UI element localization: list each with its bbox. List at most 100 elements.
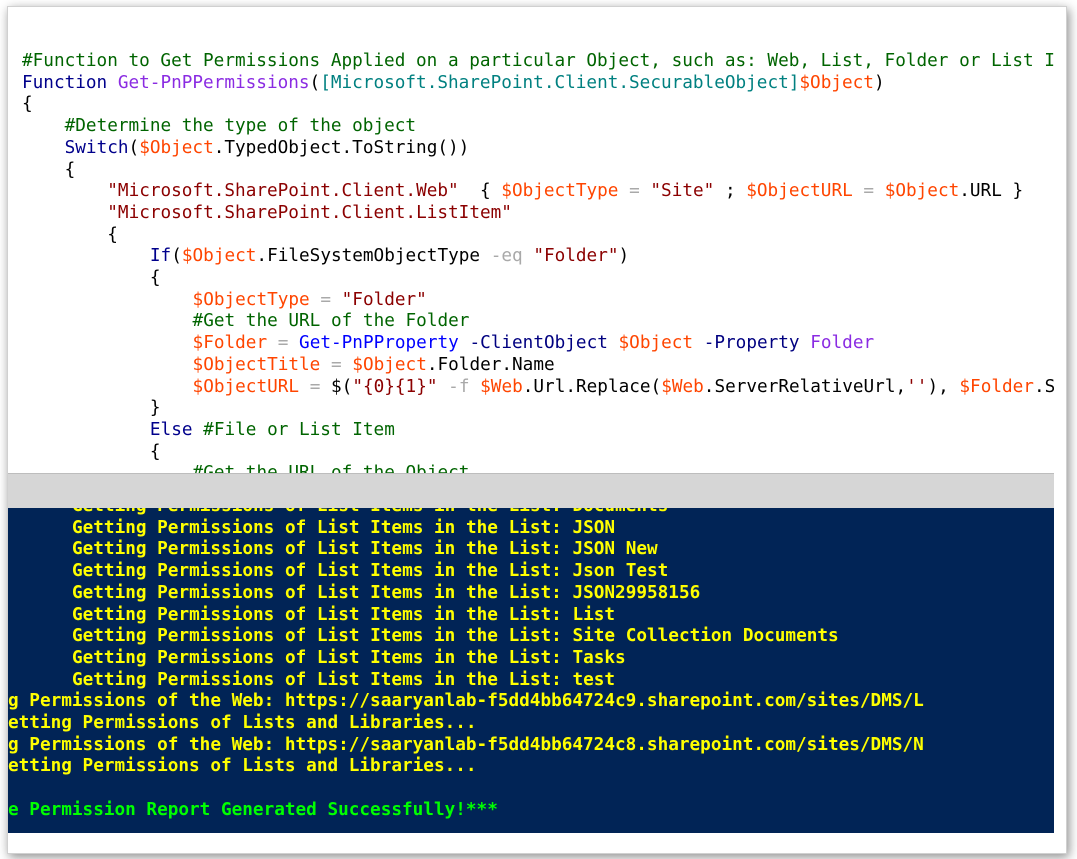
code-token: .ServerRelativeUrl) [1033, 376, 1054, 397]
code-token: ), [927, 376, 960, 397]
code-line[interactable]: { [65, 160, 76, 182]
code-token: { [22, 94, 33, 115]
console-output-line: Getting Permissions of List Items in the… [71, 561, 669, 582]
code-token: If [149, 246, 172, 267]
code-token: -Property [703, 333, 800, 354]
code-token: #Determine the type of the object [64, 116, 417, 137]
code-token: { [149, 441, 161, 462]
code-token: = [320, 354, 353, 375]
console-output-line: g Permissions of the Web: https://saarya… [8, 691, 924, 712]
code-token: Function [22, 72, 108, 93]
code-token: .URL } [959, 181, 1024, 202]
code-token: $Folder [959, 376, 1034, 397]
code-token: "Folder" [533, 246, 619, 267]
code-token: #File or List Item [203, 419, 395, 440]
code-token: $ObjectURL [192, 376, 300, 397]
code-line[interactable]: } [150, 398, 161, 420]
code-line[interactable]: Function Get-PnPPermissions([Microsoft.S… [22, 73, 885, 95]
code-line[interactable]: { [150, 442, 161, 464]
code-token: ) [618, 246, 630, 267]
console-output-line: Getting Permissions of List Items in the… [71, 669, 616, 690]
console-output-line: Getting Permissions of List Items in the… [71, 647, 626, 668]
code-token: $ObjectType [192, 289, 310, 310]
code-token: { [64, 159, 76, 180]
code-token: "Site" [650, 181, 715, 202]
code-line[interactable]: $ObjectType = "Folder" [193, 290, 427, 312]
console-output-line: Getting Permissions of List Items in the… [71, 626, 839, 647]
code-token: -ClientObject [469, 333, 608, 354]
code-token: ) [873, 72, 885, 93]
code-token: { [458, 181, 502, 202]
code-line[interactable]: { [107, 225, 118, 247]
code-token: ( [128, 137, 140, 158]
code-token: .Folder.Name [426, 354, 555, 375]
code-token: $Web [480, 376, 523, 397]
code-token: [Microsoft.SharePoint.Client.SecurableOb… [320, 72, 800, 93]
code-token: Switch [64, 137, 129, 158]
code-token: ( [309, 72, 321, 93]
code-token: = [299, 376, 331, 397]
code-line[interactable]: "Microsoft.SharePoint.Client.Web" { $Obj… [107, 181, 1023, 203]
code-token: { [149, 268, 161, 288]
code-token: "Microsoft.SharePoint.Client.ListItem" [107, 202, 512, 223]
code-line[interactable]: #Function to Get Permissions Applied on … [22, 51, 1054, 73]
code-token: .FileSystemObjectType [256, 246, 491, 267]
code-line[interactable]: { [150, 268, 161, 290]
code-token: ; [714, 181, 747, 202]
code-token: -eq [490, 246, 523, 267]
console-output-line: etting Permissions of Lists and Librarie… [8, 756, 477, 777]
code-token: $ObjectType [501, 181, 619, 202]
code-line[interactable]: $Folder = Get-PnPProperty -ClientObject … [193, 333, 875, 355]
code-token: = [309, 289, 342, 310]
code-token: #Function to Get Permissions Applied on … [22, 51, 1054, 71]
code-line[interactable]: $ObjectURL = $("{0}{1}" -f $Web.Url.Repl… [193, 377, 1054, 399]
console-output-line: Getting Permissions of List Items in the… [71, 582, 701, 603]
code-token: $Object [181, 246, 257, 267]
code-token: $Object [884, 181, 960, 202]
code-token: { [107, 224, 118, 245]
code-token: #Get the URL of the Folder [192, 311, 470, 332]
code-token: $Web [661, 376, 704, 397]
code-line[interactable]: If($Object.FileSystemObjectType -eq "Fol… [150, 246, 629, 268]
code-token: Folder [810, 333, 875, 354]
code-token: $Object [352, 354, 427, 375]
code-line[interactable]: "Microsoft.SharePoint.Client.ListItem" [107, 203, 512, 225]
code-line[interactable]: Else #File or List Item [150, 420, 395, 442]
pane-splitter[interactable] [8, 473, 1054, 509]
code-line[interactable]: $ObjectTitle = $Object.Folder.Name [193, 355, 555, 377]
code-token: #Get the URL of the Object [193, 463, 470, 473]
code-token: } [149, 398, 161, 419]
console-output-pane[interactable]: Getting Permissions of List Items in the… [8, 508, 1054, 833]
code-token: Get-PnPProperty [299, 333, 459, 354]
code-token: ( [171, 246, 182, 267]
screenshot-frame: #Function to Get Permissions Applied on … [7, 6, 1067, 854]
code-token: $ObjectURL [746, 181, 853, 202]
code-line[interactable]: { [22, 94, 33, 116]
code-line[interactable]: #Get the URL of the Object [193, 463, 470, 473]
console-output-line: g Permissions of the Web: https://saarya… [8, 734, 924, 755]
code-token: Else [149, 419, 193, 440]
code-line[interactable]: Switch($Object.TypedObject.ToString()) [65, 138, 470, 160]
code-token: $ObjectTitle [192, 354, 321, 375]
code-token: -f [448, 376, 470, 397]
console-output-line: etting Permissions of Lists and Librarie… [8, 713, 477, 733]
code-token: Get-PnPPermissions [117, 72, 310, 93]
code-token: .ServerRelativeUrl, [703, 376, 907, 397]
console-output-line: Getting Permissions of List Items in the… [72, 508, 668, 518]
code-token: $Folder [192, 333, 268, 354]
code-token: $Object [618, 333, 694, 354]
code-line[interactable]: #Determine the type of the object [65, 116, 416, 138]
console-output-line: Getting Permissions of List Items in the… [71, 539, 658, 560]
console-output-line: Getting Permissions of List Items in the… [71, 604, 616, 625]
script-editor-pane[interactable]: #Function to Get Permissions Applied on … [8, 7, 1054, 473]
code-line[interactable]: #Get the URL of the Folder [193, 311, 470, 333]
code-token: "{0}{1}" [352, 376, 438, 397]
